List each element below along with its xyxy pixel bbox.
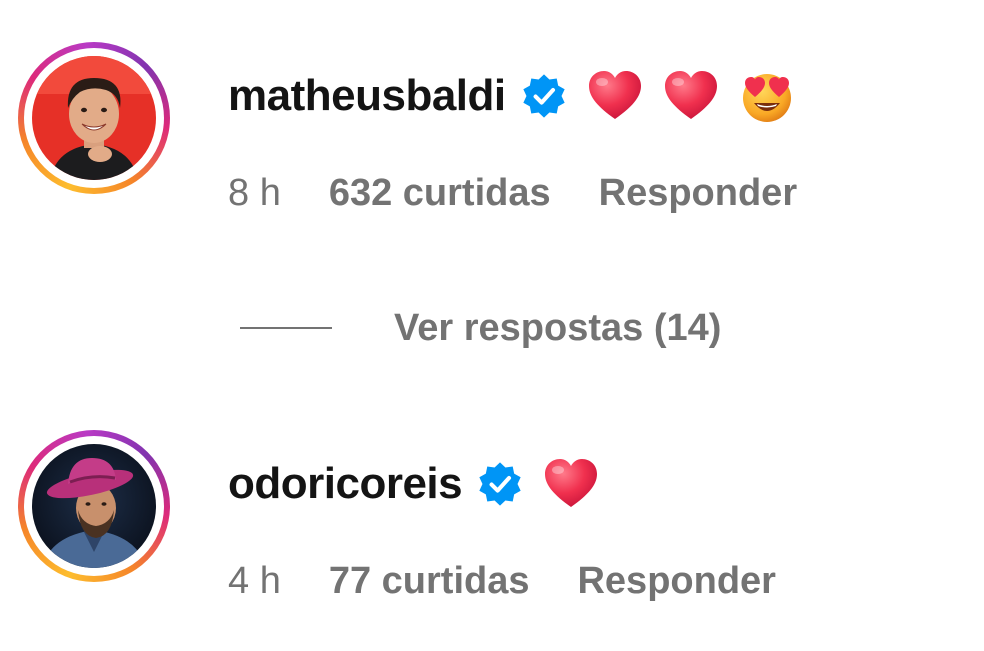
view-replies-button[interactable]: Ver respostas (14) (240, 300, 721, 356)
comment-meta: 4 h 77 curtidas Responder (228, 556, 776, 606)
comment-header: matheusbaldi (228, 64, 796, 128)
comment-likes-count[interactable]: 632 curtidas (329, 172, 551, 215)
verified-badge-icon (520, 72, 568, 120)
heart-emoji-icon (586, 67, 644, 125)
heart-emoji-icon (662, 67, 720, 125)
heart-emoji-icon (542, 455, 600, 513)
comment-timestamp[interactable]: 8 h (228, 172, 281, 215)
comment-meta: 8 h 632 curtidas Responder (228, 168, 797, 218)
star-struck-emoji-icon (738, 67, 796, 125)
comment-timestamp[interactable]: 4 h (228, 560, 281, 603)
avatar-story-ring[interactable] (18, 430, 170, 582)
comment-username[interactable]: matheusbaldi (228, 71, 506, 121)
comment-username[interactable]: odoricoreis (228, 459, 463, 509)
reply-button[interactable]: Responder (577, 560, 775, 603)
comment-likes-count[interactable]: 77 curtidas (329, 560, 530, 603)
avatar-story-ring[interactable] (18, 42, 170, 194)
verified-badge-icon (476, 460, 524, 508)
avatar[interactable] (32, 444, 156, 568)
avatar[interactable] (32, 56, 156, 180)
reply-button[interactable]: Responder (599, 172, 797, 215)
comment-header: odoricoreis (228, 452, 600, 516)
replies-divider-line (240, 327, 332, 329)
view-replies-label: Ver respostas (14) (394, 306, 722, 349)
